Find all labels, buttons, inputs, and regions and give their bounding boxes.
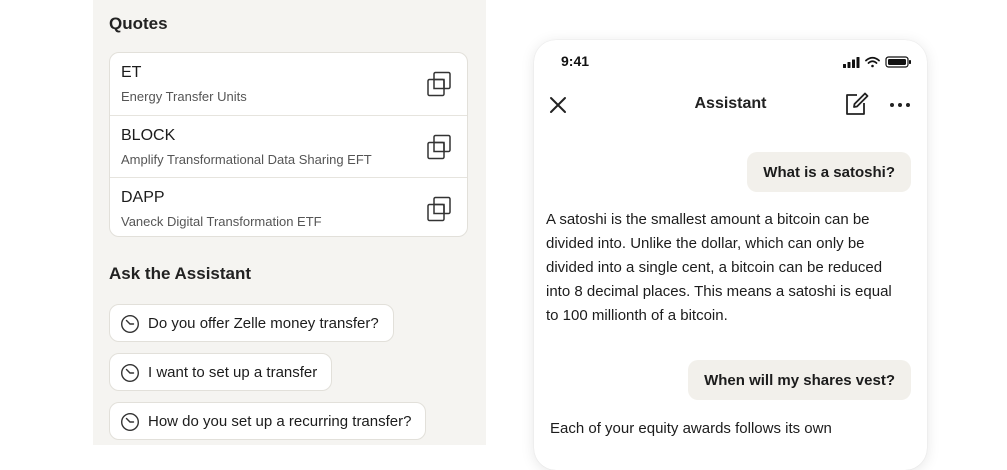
assistant-message: Each of your equity awards follows its o…	[550, 420, 832, 437]
quote-name: Vaneck Digital Transformation ETF	[121, 214, 322, 229]
wifi-icon	[865, 56, 880, 68]
history-icon	[120, 412, 140, 432]
suggestion-label: How do you set up a recurring transfer?	[148, 412, 412, 430]
suggestion-label: I want to set up a transfer	[148, 363, 318, 381]
user-message: When will my shares vest?	[688, 360, 911, 400]
quote-name: Amplify Transformational Data Sharing EF…	[121, 152, 372, 167]
compose-icon[interactable]	[843, 91, 869, 117]
quote-row[interactable]: ET Energy Transfer Units	[110, 53, 467, 115]
quote-symbol: BLOCK	[121, 127, 176, 144]
suggestion-chip[interactable]: I want to set up a transfer	[109, 353, 333, 391]
signal-icon	[843, 57, 860, 68]
history-icon	[120, 314, 140, 334]
battery-icon	[885, 56, 911, 68]
suggestion-chip[interactable]: How do you set up a recurring transfer?	[109, 402, 427, 440]
quote-name: Energy Transfer Units	[121, 89, 247, 104]
suggestion-chip[interactable]: Do you offer Zelle money transfer?	[109, 304, 394, 342]
more-icon[interactable]	[889, 101, 911, 109]
quote-row[interactable]: DAPP Vaneck Digital Transformation ETF	[110, 177, 467, 236]
copy-icon[interactable]	[426, 196, 452, 222]
history-icon	[120, 363, 140, 383]
quotes-title: Quotes	[109, 14, 168, 33]
quote-row[interactable]: BLOCK Amplify Transformational Data Shar…	[110, 115, 467, 177]
status-icons	[843, 56, 911, 68]
quote-symbol: DAPP	[121, 189, 165, 206]
user-message: What is a satoshi?	[747, 152, 911, 192]
quote-symbol: ET	[121, 64, 142, 81]
left-panel: Quotes ET Energy Transfer Units BLOCK Am…	[93, 0, 486, 445]
copy-icon[interactable]	[426, 134, 452, 160]
status-time: 9:41	[561, 53, 590, 69]
quotes-list: ET Energy Transfer Units BLOCK Amplify T…	[109, 52, 468, 237]
assistant-message: A satoshi is the smallest amount a bitco…	[546, 211, 892, 324]
assistant-phone: 9:41 Assistant What is a satoshi? A sato…	[534, 40, 927, 470]
suggestion-label: Do you offer Zelle money transfer?	[148, 314, 379, 332]
ask-assistant-title: Ask the Assistant	[109, 264, 252, 283]
copy-icon[interactable]	[426, 71, 452, 97]
